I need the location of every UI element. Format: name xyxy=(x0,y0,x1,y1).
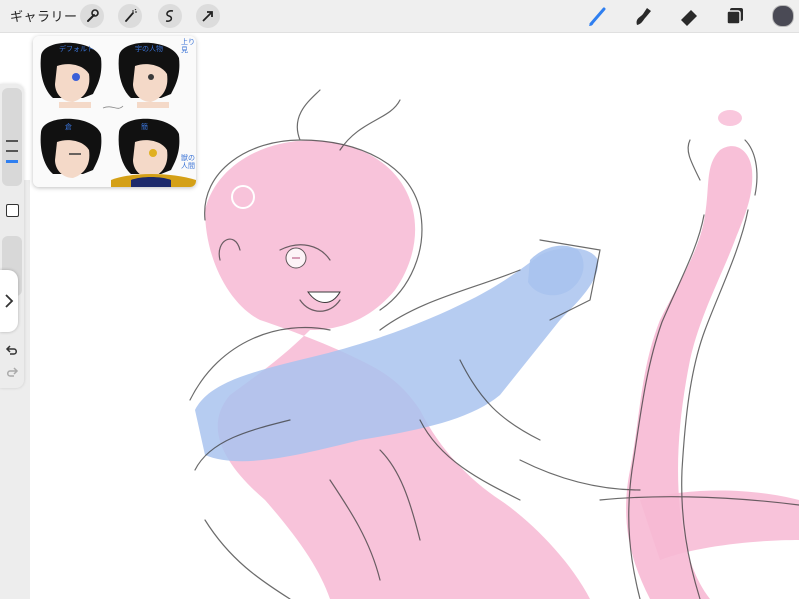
reference-window[interactable]: デフォルト 宇の人物 上り見 倉 簡 獣の人間 xyxy=(33,36,196,187)
smudge-icon[interactable] xyxy=(631,4,655,28)
ref-label-2: 宇の人物 xyxy=(135,45,163,53)
transform-arrow-icon[interactable] xyxy=(196,4,220,28)
slider-thumb[interactable] xyxy=(6,160,18,163)
color-swatch-button[interactable] xyxy=(772,5,794,27)
eraser-icon[interactable] xyxy=(677,4,701,28)
top-toolbar: ギャラリー xyxy=(0,0,799,33)
slider-mark xyxy=(6,150,18,152)
chevron-right-icon xyxy=(5,294,14,308)
wrench-icon[interactable] xyxy=(80,4,104,28)
sidebar-handle[interactable] xyxy=(0,270,18,332)
ref-label-4: 倉 xyxy=(65,123,72,131)
snake-tail xyxy=(640,490,799,560)
redo-icon[interactable] xyxy=(5,364,19,383)
ref-label-default: デフォルト xyxy=(59,45,94,53)
reference-image xyxy=(33,36,196,187)
brush-size-slider[interactable] xyxy=(2,88,22,186)
ref-label-5: 簡 xyxy=(141,123,148,131)
ref-label-6: 獣の人間 xyxy=(181,154,195,170)
slider-mark xyxy=(6,140,18,142)
modifier-button[interactable] xyxy=(6,204,19,217)
pink-petal xyxy=(718,110,742,126)
undo-icon[interactable] xyxy=(5,342,19,361)
ref-label-3: 上り見 xyxy=(181,38,195,54)
left-sidebar xyxy=(0,84,24,388)
gallery-button[interactable]: ギャラリー xyxy=(10,6,78,25)
brush-icon[interactable] xyxy=(586,4,610,28)
layers-icon[interactable] xyxy=(723,4,747,28)
selection-icon[interactable] xyxy=(158,4,182,28)
magic-wand-icon[interactable] xyxy=(118,4,142,28)
